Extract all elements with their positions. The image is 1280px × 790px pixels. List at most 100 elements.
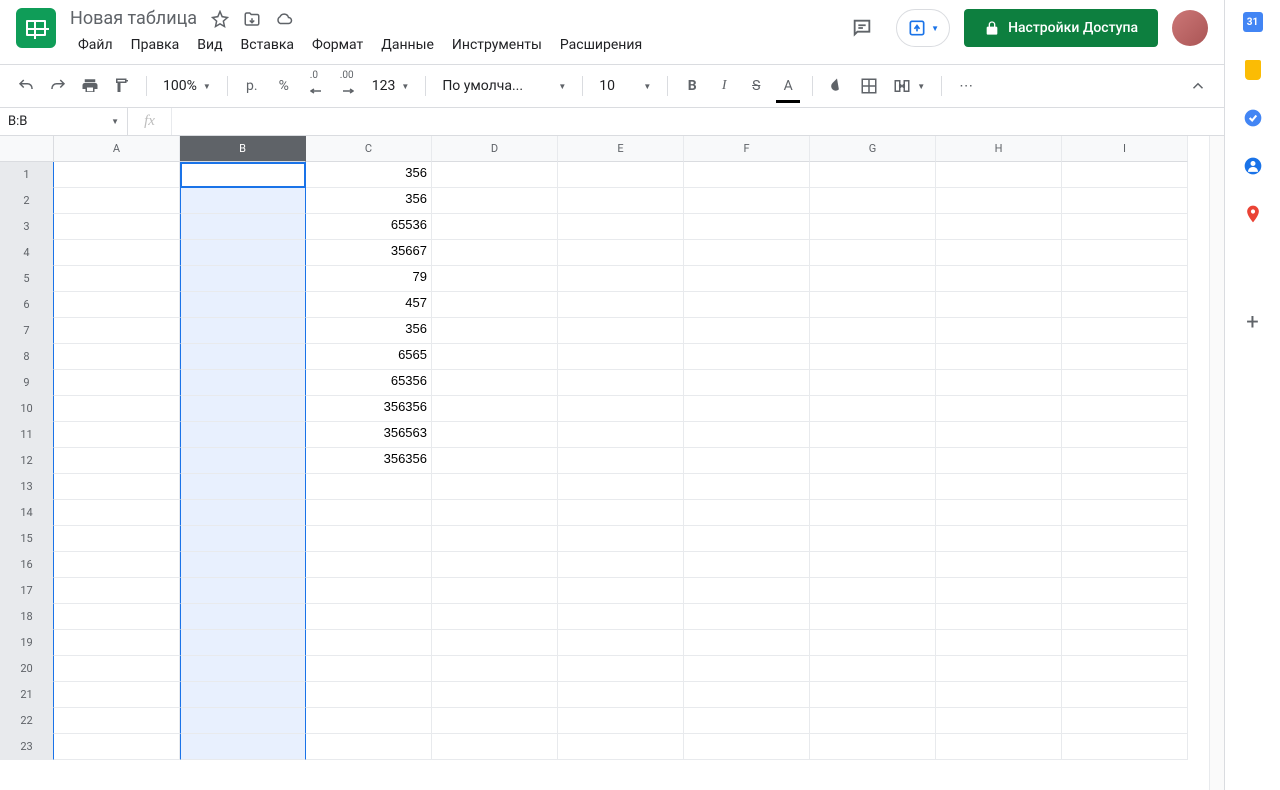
- cell[interactable]: [810, 604, 936, 630]
- vertical-scrollbar[interactable]: [1209, 136, 1224, 790]
- cell[interactable]: [1062, 396, 1188, 422]
- cell[interactable]: [180, 448, 306, 474]
- borders-button[interactable]: [855, 72, 883, 100]
- row-header[interactable]: 6: [0, 292, 54, 318]
- cell[interactable]: [306, 682, 432, 708]
- cell[interactable]: [810, 682, 936, 708]
- cell[interactable]: [306, 526, 432, 552]
- row-header[interactable]: 3: [0, 214, 54, 240]
- cell[interactable]: 356: [306, 318, 432, 344]
- cell[interactable]: [1062, 162, 1188, 188]
- version-history-button[interactable]: ▼: [896, 9, 950, 47]
- cell[interactable]: [936, 344, 1062, 370]
- tasks-icon[interactable]: [1243, 108, 1263, 128]
- cell[interactable]: [180, 240, 306, 266]
- cell[interactable]: [432, 734, 558, 760]
- cell[interactable]: [180, 396, 306, 422]
- row-header[interactable]: 20: [0, 656, 54, 682]
- cell[interactable]: [180, 318, 306, 344]
- cell[interactable]: [936, 474, 1062, 500]
- cell[interactable]: [54, 396, 180, 422]
- bold-button[interactable]: B: [678, 72, 706, 100]
- row-header[interactable]: 19: [0, 630, 54, 656]
- cell[interactable]: [1062, 266, 1188, 292]
- cell[interactable]: [54, 526, 180, 552]
- cell[interactable]: [180, 474, 306, 500]
- cell[interactable]: [936, 188, 1062, 214]
- account-avatar[interactable]: [1172, 10, 1208, 46]
- cell[interactable]: [810, 344, 936, 370]
- cell[interactable]: [54, 656, 180, 682]
- cell[interactable]: [54, 734, 180, 760]
- cell[interactable]: [432, 396, 558, 422]
- cell[interactable]: [54, 474, 180, 500]
- cell[interactable]: 35667: [306, 240, 432, 266]
- row-header[interactable]: 16: [0, 552, 54, 578]
- strikethrough-button[interactable]: S: [742, 72, 770, 100]
- cell[interactable]: [54, 448, 180, 474]
- row-header[interactable]: 23: [0, 734, 54, 760]
- cell[interactable]: [684, 448, 810, 474]
- row-header[interactable]: 22: [0, 708, 54, 734]
- increase-decimal-button[interactable]: .00: [334, 72, 362, 100]
- row-header[interactable]: 17: [0, 578, 54, 604]
- cell[interactable]: [558, 604, 684, 630]
- cell[interactable]: [558, 396, 684, 422]
- cell[interactable]: [1062, 604, 1188, 630]
- number-format-dropdown[interactable]: 123▼: [366, 72, 416, 100]
- cell[interactable]: [936, 214, 1062, 240]
- cell[interactable]: 356356: [306, 396, 432, 422]
- cell[interactable]: [1062, 526, 1188, 552]
- menu-file[interactable]: Файл: [70, 33, 121, 57]
- cell[interactable]: [180, 266, 306, 292]
- cell[interactable]: [432, 448, 558, 474]
- cell[interactable]: [54, 500, 180, 526]
- spreadsheet-grid[interactable]: ABCDEFGHI1356235636553643566757964577356…: [0, 136, 1209, 760]
- menu-data[interactable]: Данные: [373, 33, 442, 57]
- column-header[interactable]: C: [306, 136, 432, 162]
- contacts-icon[interactable]: [1243, 156, 1263, 176]
- cell[interactable]: [558, 162, 684, 188]
- cell[interactable]: [432, 292, 558, 318]
- cell[interactable]: [1062, 214, 1188, 240]
- cell[interactable]: [936, 552, 1062, 578]
- cell[interactable]: [936, 682, 1062, 708]
- cell[interactable]: [936, 162, 1062, 188]
- column-header[interactable]: D: [432, 136, 558, 162]
- cell[interactable]: [810, 656, 936, 682]
- cell[interactable]: [1062, 422, 1188, 448]
- cell[interactable]: 65536: [306, 214, 432, 240]
- row-header[interactable]: 9: [0, 370, 54, 396]
- cell[interactable]: [684, 292, 810, 318]
- cell[interactable]: [684, 266, 810, 292]
- cell[interactable]: [1062, 240, 1188, 266]
- cell[interactable]: [432, 188, 558, 214]
- cell[interactable]: [1062, 734, 1188, 760]
- cell[interactable]: [180, 656, 306, 682]
- column-header[interactable]: I: [1062, 136, 1188, 162]
- cell[interactable]: [54, 240, 180, 266]
- cell[interactable]: [1062, 474, 1188, 500]
- cell[interactable]: [1062, 656, 1188, 682]
- cell[interactable]: [684, 188, 810, 214]
- row-header[interactable]: 11: [0, 422, 54, 448]
- cell[interactable]: [936, 656, 1062, 682]
- menu-format[interactable]: Формат: [304, 33, 371, 57]
- maps-icon[interactable]: [1243, 204, 1263, 224]
- row-header[interactable]: 8: [0, 344, 54, 370]
- cell[interactable]: [432, 630, 558, 656]
- row-header[interactable]: 12: [0, 448, 54, 474]
- column-header[interactable]: F: [684, 136, 810, 162]
- cell[interactable]: [810, 162, 936, 188]
- cell[interactable]: [936, 578, 1062, 604]
- cell[interactable]: [432, 526, 558, 552]
- cell[interactable]: [558, 370, 684, 396]
- cell[interactable]: [1062, 292, 1188, 318]
- cell[interactable]: [432, 162, 558, 188]
- cell[interactable]: [180, 734, 306, 760]
- row-header[interactable]: 2: [0, 188, 54, 214]
- redo-button[interactable]: [44, 72, 72, 100]
- cell[interactable]: [306, 630, 432, 656]
- cell[interactable]: [432, 708, 558, 734]
- cell[interactable]: [684, 682, 810, 708]
